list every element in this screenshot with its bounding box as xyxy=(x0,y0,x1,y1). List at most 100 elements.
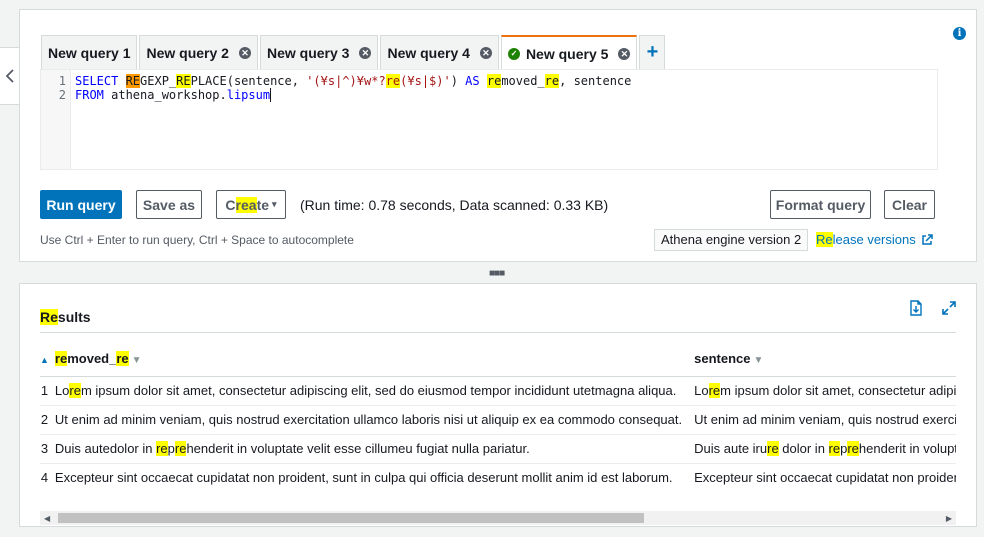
cell-text: Excepteur sint occaecat cupidatat non pr… xyxy=(694,470,956,485)
sort-indicator[interactable]: ▲ xyxy=(40,342,49,377)
caret-down-icon: ▼ xyxy=(131,355,142,367)
keyword: AS xyxy=(465,74,487,88)
cell: Excepteur sint occaecat cupidatat non pr… xyxy=(48,463,689,490)
match-highlight: re xyxy=(385,74,401,88)
match-highlight: re xyxy=(486,74,502,88)
tab-new-query-5[interactable]: ✓ New query 5 ✕ xyxy=(500,35,638,70)
row-number: 4 xyxy=(40,463,49,490)
close-icon[interactable]: ✕ xyxy=(479,47,492,59)
horizontal-scrollbar[interactable]: ◀ ▶ xyxy=(40,511,956,525)
run-query-button[interactable]: Run query xyxy=(40,190,122,219)
expand-icon[interactable] xyxy=(941,300,957,316)
code-token: , sentence xyxy=(559,74,632,88)
table-header-row: ▲ removed_re ▼ sentence ▼ xyxy=(40,342,956,377)
close-icon[interactable]: ✕ xyxy=(618,47,631,60)
line-number: 2 xyxy=(58,88,66,102)
code-token: lipsum xyxy=(226,88,272,102)
query-editor-panel: i New query 1 New query 2 ✕ New query 3 ✕ … xyxy=(19,9,977,262)
info-icon[interactable]: i xyxy=(953,27,966,40)
match-highlight: RE xyxy=(176,74,191,88)
cell: Ut enim ad minim veniam, quis nostrud ex… xyxy=(48,405,689,435)
sort-ascending-icon: ▲ xyxy=(40,355,49,366)
release-versions-link[interactable]: Release versions xyxy=(816,232,933,247)
cell: Lorem ipsum dolor sit amet, consectetur … xyxy=(688,376,956,406)
download-csv-icon[interactable] xyxy=(908,300,924,316)
engine-version-badge: Athena engine version 2 xyxy=(654,229,809,251)
tab-new-query-3[interactable]: New query 3 ✕ xyxy=(259,35,379,70)
add-tab-button[interactable]: + xyxy=(639,35,666,70)
cell-text: Duis aute iru xyxy=(694,441,768,456)
cell-text: Ut enim ad minim veniam, quis nostrud ex… xyxy=(694,412,956,427)
match-highlight: re xyxy=(69,383,81,398)
match-highlight: Re xyxy=(40,309,58,325)
link-label: lease versions xyxy=(832,232,916,247)
cell-text: dolor in xyxy=(778,441,829,456)
chevron-down-icon: ▾ xyxy=(272,199,277,209)
scrollbar-thumb[interactable] xyxy=(58,513,644,523)
code-token: ) xyxy=(450,74,466,88)
close-icon[interactable]: ✕ xyxy=(359,47,372,59)
match-highlight: re xyxy=(156,441,168,456)
button-label: te xyxy=(256,196,270,213)
resize-handle[interactable]: ■■■ xyxy=(489,268,505,279)
row-number: 1 xyxy=(40,376,49,406)
cell-text: Lo xyxy=(54,383,70,398)
cell: Duis aute irure dolor in reprehenderit i… xyxy=(688,434,956,464)
cell: Ut enim ad minim veniam, quis nostrud ex… xyxy=(688,405,956,435)
clear-button[interactable]: Clear xyxy=(884,190,935,219)
code-lines: SELECT REGEXP_REPLACE(sentence, '(¥s|^)¥… xyxy=(75,74,631,102)
success-check-icon: ✓ xyxy=(507,47,520,60)
format-query-button[interactable]: Format query xyxy=(770,190,871,219)
row-number: 3 xyxy=(40,434,49,464)
divider xyxy=(40,332,956,333)
code-line-2: FROM athena_workshop.lipsum xyxy=(75,88,631,102)
column-header-removed-re[interactable]: removed_re ▼ xyxy=(48,342,689,377)
match-highlight: re xyxy=(174,441,187,456)
match-highlight: RE xyxy=(125,74,141,88)
cell-text: Ut enim ad minim veniam, quis nostrud ex… xyxy=(54,412,683,427)
query-tabs: New query 1 New query 2 ✕ New query 3 ✕ Ne… xyxy=(41,35,666,70)
line-number-gutter: 1 2 xyxy=(41,70,71,169)
cell-text: Duis autedolor in xyxy=(54,441,157,456)
keyword: SELECT xyxy=(75,74,126,88)
match-highlight: re xyxy=(544,74,560,88)
tab-new-query-4[interactable]: New query 4 ✕ xyxy=(380,35,499,70)
row-number: 2 xyxy=(40,405,49,435)
tab-label: New query 3 xyxy=(266,45,350,61)
save-as-button[interactable]: Save as xyxy=(136,190,202,219)
match-highlight: re xyxy=(116,351,129,367)
string-literal: '(¥s|^)¥w*? xyxy=(306,74,386,88)
column-header-sentence[interactable]: sentence ▼ xyxy=(688,342,956,377)
chevron-left-icon xyxy=(5,69,14,83)
tab-label: New query 5 xyxy=(525,45,609,62)
table-row: 2 Ut enim ad minim veniam, quis nostrud … xyxy=(40,405,956,435)
close-icon[interactable]: ✕ xyxy=(238,47,251,59)
match-highlight: re xyxy=(767,441,779,456)
results-table: ▲ removed_re ▼ sentence ▼ 1 Lorem ipsum do… xyxy=(40,342,956,490)
results-panel: Results ▲ removed_re ▼ sentence ▼ 1 Lorem … xyxy=(19,283,977,527)
results-title: Results xyxy=(40,309,91,325)
scroll-left-icon[interactable]: ◀ xyxy=(44,514,50,523)
tab-label: New query 2 xyxy=(146,45,229,61)
external-link-icon xyxy=(921,233,933,245)
code-line-1: SELECT REGEXP_REPLACE(sentence, '(¥s|^)¥… xyxy=(75,74,631,88)
tab-label: New query 4 xyxy=(387,45,470,61)
keyboard-hint: Use Ctrl + Enter to run query, Ctrl + Sp… xyxy=(40,233,354,247)
sql-editor[interactable]: 1 2 SELECT REGEXP_REPLACE(sentence, '(¥s… xyxy=(40,69,938,170)
tab-new-query-1[interactable]: New query 1 xyxy=(41,35,138,70)
create-dropdown-button[interactable]: Crea te ▾ xyxy=(216,190,286,219)
tab-new-query-2[interactable]: New query 2 ✕ xyxy=(139,35,258,70)
match-highlight: re xyxy=(54,351,68,367)
match-highlight: Re xyxy=(816,232,833,247)
line-number: 1 xyxy=(58,74,66,88)
side-nav-toggle[interactable] xyxy=(0,47,20,105)
header-text: moved_ xyxy=(67,351,117,367)
string-literal: (¥s|$)' xyxy=(400,74,451,88)
code-token: GEXP_ xyxy=(140,74,177,88)
scroll-right-icon[interactable]: ▶ xyxy=(946,514,952,523)
tab-label: New query 1 xyxy=(48,45,131,61)
table-row: 4 Excepteur sint occaecat cupidatat non … xyxy=(40,463,956,490)
cell: Duis autedolor in reprehenderit in volup… xyxy=(48,434,689,464)
caret-down-icon: ▼ xyxy=(753,355,764,367)
table-row: 1 Lorem ipsum dolor sit amet, consectetu… xyxy=(40,376,956,406)
